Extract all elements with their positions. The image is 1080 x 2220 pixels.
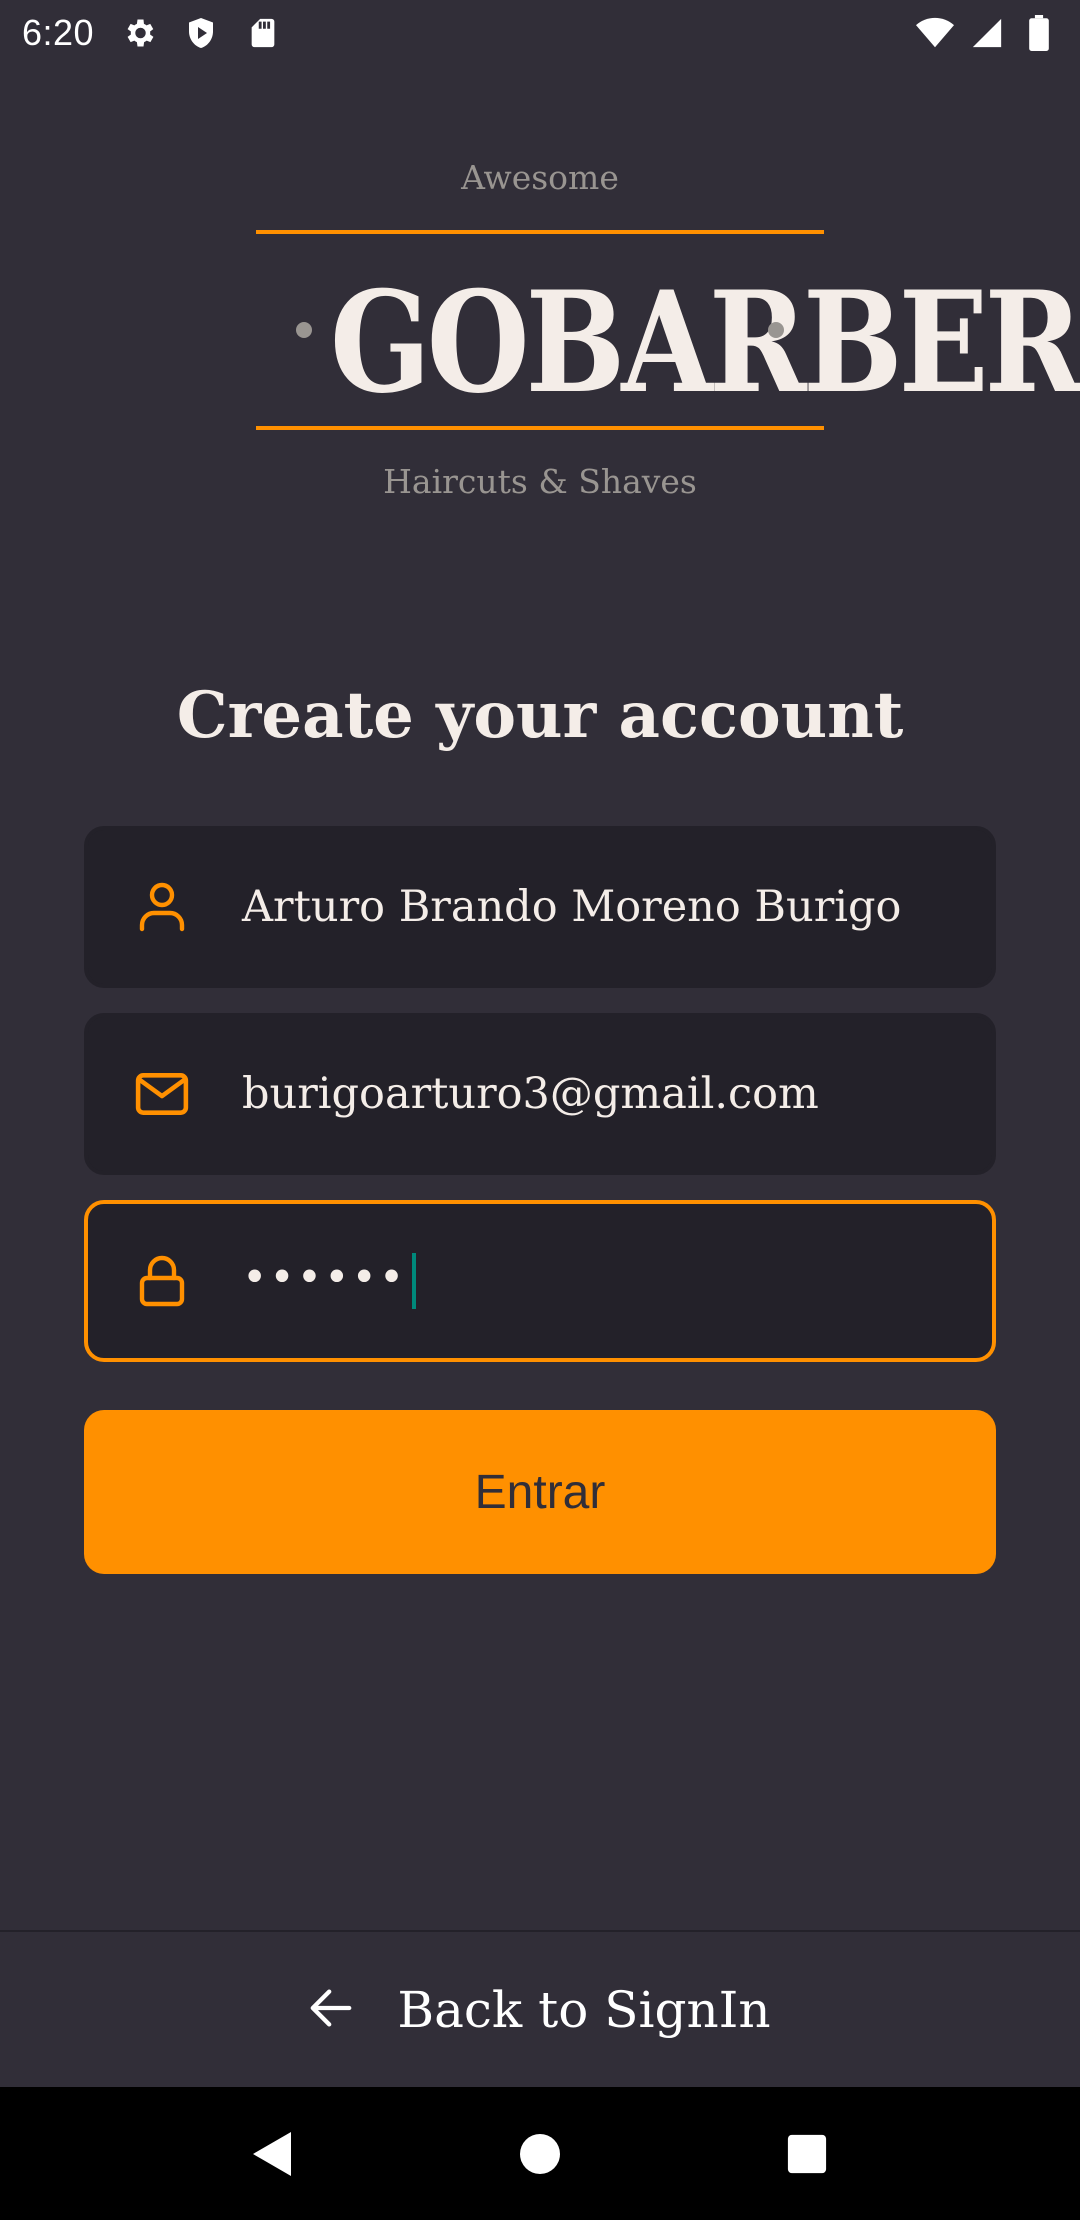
home-circle-icon[interactable] — [500, 2114, 580, 2194]
lock-icon — [134, 1253, 190, 1309]
text-cursor — [412, 1253, 417, 1309]
status-system-icons — [916, 14, 1058, 52]
signal-icon — [968, 14, 1006, 52]
password-input[interactable]: •••••• — [242, 1253, 417, 1309]
signup-screen: 6:20 Awesome GOBARBER Haircuts & Shaves … — [0, 0, 1080, 2220]
status-notification-icons — [120, 14, 282, 52]
logo-divider-top — [256, 230, 824, 234]
password-field[interactable]: •••••• — [84, 1200, 996, 1362]
email-field[interactable]: burigoarturo3@gmail.com — [84, 1013, 996, 1175]
logo-wordmark: GOBARBER — [330, 260, 1080, 425]
system-nav-bar — [0, 2087, 1080, 2220]
back-to-signin-label: Back to SignIn — [397, 1980, 771, 2039]
status-left: 6:20 — [22, 12, 282, 54]
page-title: Create your account — [176, 678, 904, 753]
footer: Back to SignIn — [0, 1930, 1080, 2087]
arrow-left-icon — [309, 1988, 353, 2032]
status-bar: 6:20 — [0, 0, 1080, 66]
back-to-signin-link[interactable]: Back to SignIn — [309, 1980, 771, 2039]
sd-card-icon — [244, 14, 282, 52]
name-input[interactable]: Arturo Brando Moreno Burigo — [242, 882, 901, 932]
shield-play-icon — [182, 14, 220, 52]
recents-square-icon[interactable] — [767, 2114, 847, 2194]
settings-icon — [120, 14, 158, 52]
user-icon — [134, 879, 190, 935]
logo-dot-right — [768, 322, 784, 338]
logo-divider-bottom — [256, 426, 824, 430]
logo-dot-left — [296, 322, 312, 338]
gobarber-logo: Awesome GOBARBER Haircuts & Shaves — [0, 150, 1080, 510]
name-field[interactable]: Arturo Brando Moreno Burigo — [84, 826, 996, 988]
submit-button[interactable]: Entrar — [84, 1410, 996, 1574]
email-input[interactable]: burigoarturo3@gmail.com — [242, 1069, 819, 1119]
battery-icon — [1020, 14, 1058, 52]
wifi-icon — [916, 14, 954, 52]
password-mask: •••••• — [242, 1253, 407, 1303]
back-triangle-icon[interactable] — [233, 2114, 313, 2194]
status-time: 6:20 — [22, 12, 95, 53]
logo-tagline-bottom: Haircuts & Shaves — [383, 462, 697, 501]
mail-icon — [134, 1066, 190, 1122]
logo-tagline-top: Awesome — [461, 158, 619, 197]
